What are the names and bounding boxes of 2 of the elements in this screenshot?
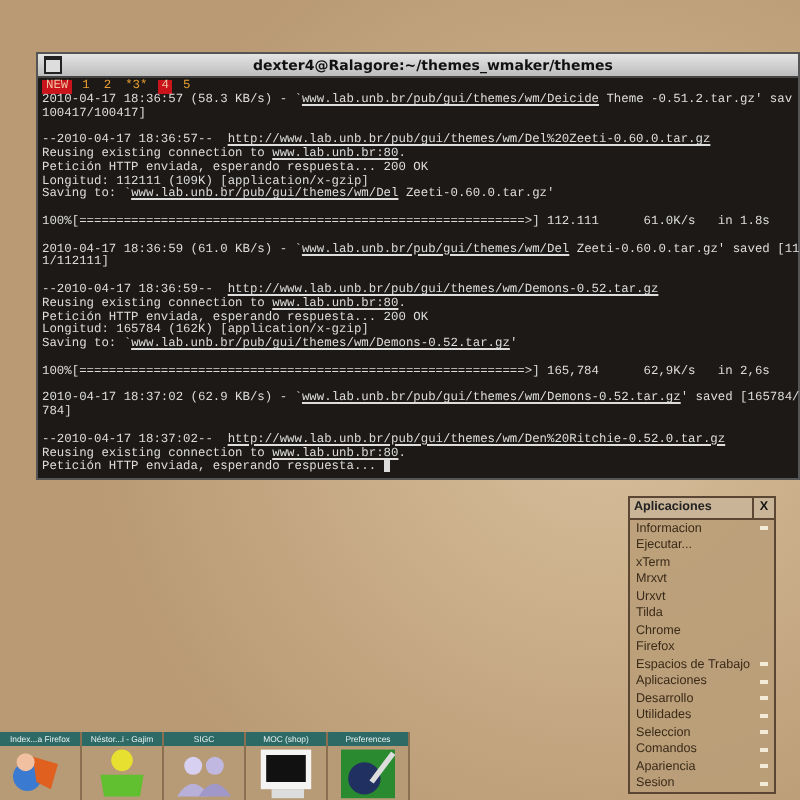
window-menu-icon[interactable] — [44, 56, 62, 74]
text-cursor — [383, 460, 390, 473]
